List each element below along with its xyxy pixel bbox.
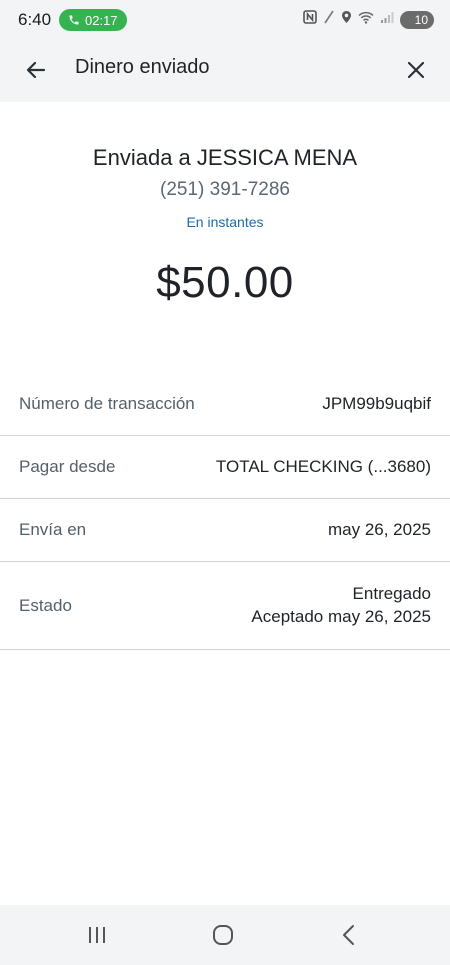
detail-row-pay-from: Pagar desde TOTAL CHECKING (...3680) (0, 436, 450, 499)
battery-indicator: 10 (400, 11, 434, 29)
location-icon (341, 9, 352, 31)
transaction-details: Número de transacción JPM99b9uqbif Pagar… (0, 373, 450, 650)
close-button[interactable] (400, 54, 432, 86)
recipient-name: JESSICA MENA (196, 145, 358, 170)
app-header: Dinero enviado (0, 38, 450, 102)
call-duration: 02:17 (85, 12, 118, 28)
detail-label: Pagar desde (19, 457, 116, 476)
status-time: 6:40 (18, 10, 52, 29)
chevron-left-icon (343, 925, 354, 945)
transfer-summary: Enviada a JESSICA MENA (251) 391-7286 En… (0, 102, 450, 308)
system-back-button[interactable] (329, 919, 369, 951)
recent-apps-button[interactable] (77, 919, 117, 951)
detail-value: TOTAL CHECKING (...3680) (215, 456, 431, 476)
recipient-phone: (251) 391-7286 (160, 179, 290, 200)
transfer-amount: $50.00 (156, 258, 294, 307)
wifi-icon (358, 9, 374, 31)
delivery-timing: En instantes (186, 214, 264, 230)
detail-label: Estado (19, 595, 72, 615)
status-icons: 10 (303, 9, 434, 31)
detail-row-send-date: Envía en may 26, 2025 (0, 499, 450, 562)
signal-icon (380, 9, 394, 31)
recipient-line: Enviada a JESSICA MENA (0, 145, 450, 171)
home-button[interactable] (203, 919, 243, 951)
status-bar: 6:40 02:17 10 (0, 0, 450, 38)
detail-label: Número de transacción (19, 394, 195, 413)
arrow-left-icon (26, 61, 46, 79)
status-value-block: Entregado Aceptado may 26, 2025 (251, 583, 431, 629)
recent-apps-icon (89, 927, 105, 943)
detail-value: JPM99b9uqbif (322, 393, 431, 413)
phone-icon (69, 15, 79, 25)
status-accepted-date: Aceptado may 26, 2025 (251, 606, 431, 626)
ongoing-call-pill[interactable]: 02:17 (59, 9, 127, 31)
close-icon (407, 61, 425, 79)
back-button[interactable] (20, 54, 52, 86)
battery-level: 10 (414, 13, 428, 27)
status-value: Entregado (352, 583, 431, 603)
system-nav-bar (0, 905, 450, 965)
detail-row-status: Estado Entregado Aceptado may 26, 2025 (0, 562, 450, 650)
nfc-icon (303, 9, 317, 31)
home-icon (213, 925, 233, 945)
detail-row-transaction-number: Número de transacción JPM99b9uqbif (0, 373, 450, 436)
page-title: Dinero enviado (75, 56, 210, 78)
recipient-prefix: Enviada a (92, 145, 191, 170)
slash-icon (323, 9, 335, 31)
detail-label: Envía en (19, 520, 87, 539)
detail-value: may 26, 2025 (327, 519, 431, 539)
